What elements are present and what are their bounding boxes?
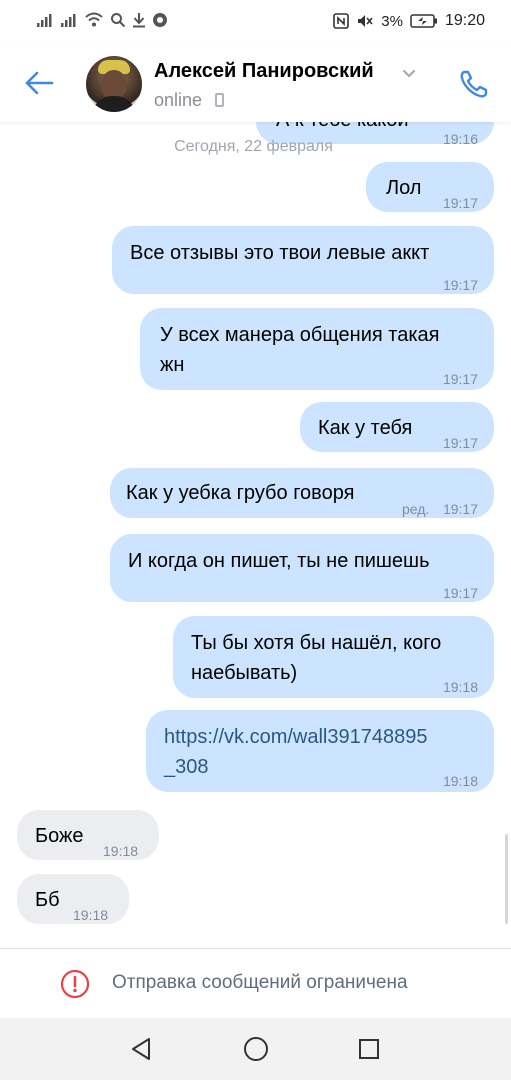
call-button[interactable] <box>454 64 494 104</box>
message-bubble[interactable]: Боже 19:18 <box>17 810 159 860</box>
message-time: 19:18 <box>103 843 139 859</box>
nav-recents-button[interactable] <box>354 1034 384 1064</box>
message-bubble[interactable]: Все отзывы это твои левые аккт 19:17 <box>112 226 494 294</box>
message-text: Боже <box>35 825 84 847</box>
mute-icon <box>356 13 374 29</box>
chevron-down-icon[interactable] <box>402 66 416 84</box>
wifi-icon <box>84 12 104 28</box>
phone-icon <box>215 93 224 107</box>
nav-back-button[interactable] <box>126 1034 156 1064</box>
nfc-icon <box>333 13 350 29</box>
recents-square-icon <box>359 1039 379 1059</box>
nav-home-button[interactable] <box>241 1034 271 1064</box>
message-link[interactable]: https://vk.com/wall391748895 <box>164 722 428 752</box>
shield-icon <box>152 12 168 28</box>
message-time: 19:17 <box>442 371 478 387</box>
message-text: У всех манера общения такая <box>160 324 440 346</box>
message-text: Ты бы хотя бы нашёл, кого <box>191 632 442 654</box>
clock: 19:20 <box>444 12 485 29</box>
signal-icon <box>36 12 54 28</box>
battery-percent: 3% <box>381 12 403 30</box>
message-bubble[interactable]: Лол 19:17 <box>366 162 494 212</box>
message-text: Лол <box>386 177 422 199</box>
restriction-banner: Отправка сообщений ограничена <box>0 948 511 1018</box>
message-time: 19:18 <box>73 907 109 923</box>
message-bubble[interactable]: Как у тебя 19:17 <box>300 402 494 452</box>
scrollbar[interactable] <box>505 834 508 924</box>
message-bubble[interactable]: https://vk.com/wall391748895 _308 19:18 <box>146 710 494 792</box>
message-list[interactable]: А к тебе какой 19:16 Сегодня, 22 февраля… <box>0 122 511 948</box>
message-link[interactable]: _308 <box>164 752 209 782</box>
avatar[interactable] <box>86 56 142 112</box>
restriction-text: Отправка сообщений ограничена <box>112 972 408 993</box>
message-text: Как у тебя <box>318 417 413 439</box>
home-circle-icon <box>244 1037 268 1061</box>
date-separator: Сегодня, 22 февраля <box>174 138 333 155</box>
download-icon <box>132 12 146 28</box>
message-bubble[interactable]: У всех манера общения такая жн 19:17 <box>140 308 494 390</box>
signal-icon <box>60 12 78 28</box>
message-time: 19:17 <box>442 585 478 601</box>
message-bubble[interactable]: Бб 19:18 <box>17 874 129 924</box>
avatar-body <box>92 96 136 112</box>
warning-icon <box>60 969 90 999</box>
back-button[interactable] <box>22 66 56 100</box>
message-text: Все отзывы это твои левые аккт <box>130 242 430 264</box>
message-text: жн <box>160 354 185 376</box>
status-bar-right: 3% 19:20 <box>333 12 485 30</box>
message-bubble[interactable]: И когда он пишет, ты не пишешь 19:17 <box>110 534 494 602</box>
message-text: Как у уебка грубо говоря <box>126 482 355 504</box>
navigation-bar <box>0 1018 511 1080</box>
call-icon <box>460 70 488 98</box>
message-bubble[interactable]: Ты бы хотя бы нашёл, кого наебывать) 19:… <box>173 616 494 698</box>
back-arrow-icon <box>25 71 54 95</box>
back-triangle-icon <box>132 1038 150 1060</box>
battery-icon <box>410 14 438 28</box>
message-text: И когда он пишет, ты не пишешь <box>128 550 430 572</box>
edited-label: ред. <box>402 501 430 517</box>
contact-name[interactable]: Алексей Панировский <box>154 60 374 83</box>
search-icon <box>110 12 126 28</box>
chat-header: Алексей Панировский online <box>0 44 511 122</box>
message-text: наебывать) <box>191 662 298 684</box>
message-time: 19:18 <box>442 679 478 695</box>
message-bubble[interactable]: Как у уебка грубо говоря ред. 19:17 <box>110 468 494 518</box>
status-bar: 3% 19:20 <box>0 0 511 44</box>
message-text: А к тебе какой <box>276 122 409 135</box>
message-text: Бб <box>35 889 60 911</box>
contact-status: online <box>154 90 203 110</box>
message-time: 19:17 <box>442 277 478 293</box>
message-time: 19:17 <box>442 501 478 517</box>
message-time: 19:17 <box>442 195 478 211</box>
message-time: 19:18 <box>442 773 478 789</box>
message-time: 19:17 <box>442 435 478 451</box>
status-bar-left <box>36 12 168 28</box>
